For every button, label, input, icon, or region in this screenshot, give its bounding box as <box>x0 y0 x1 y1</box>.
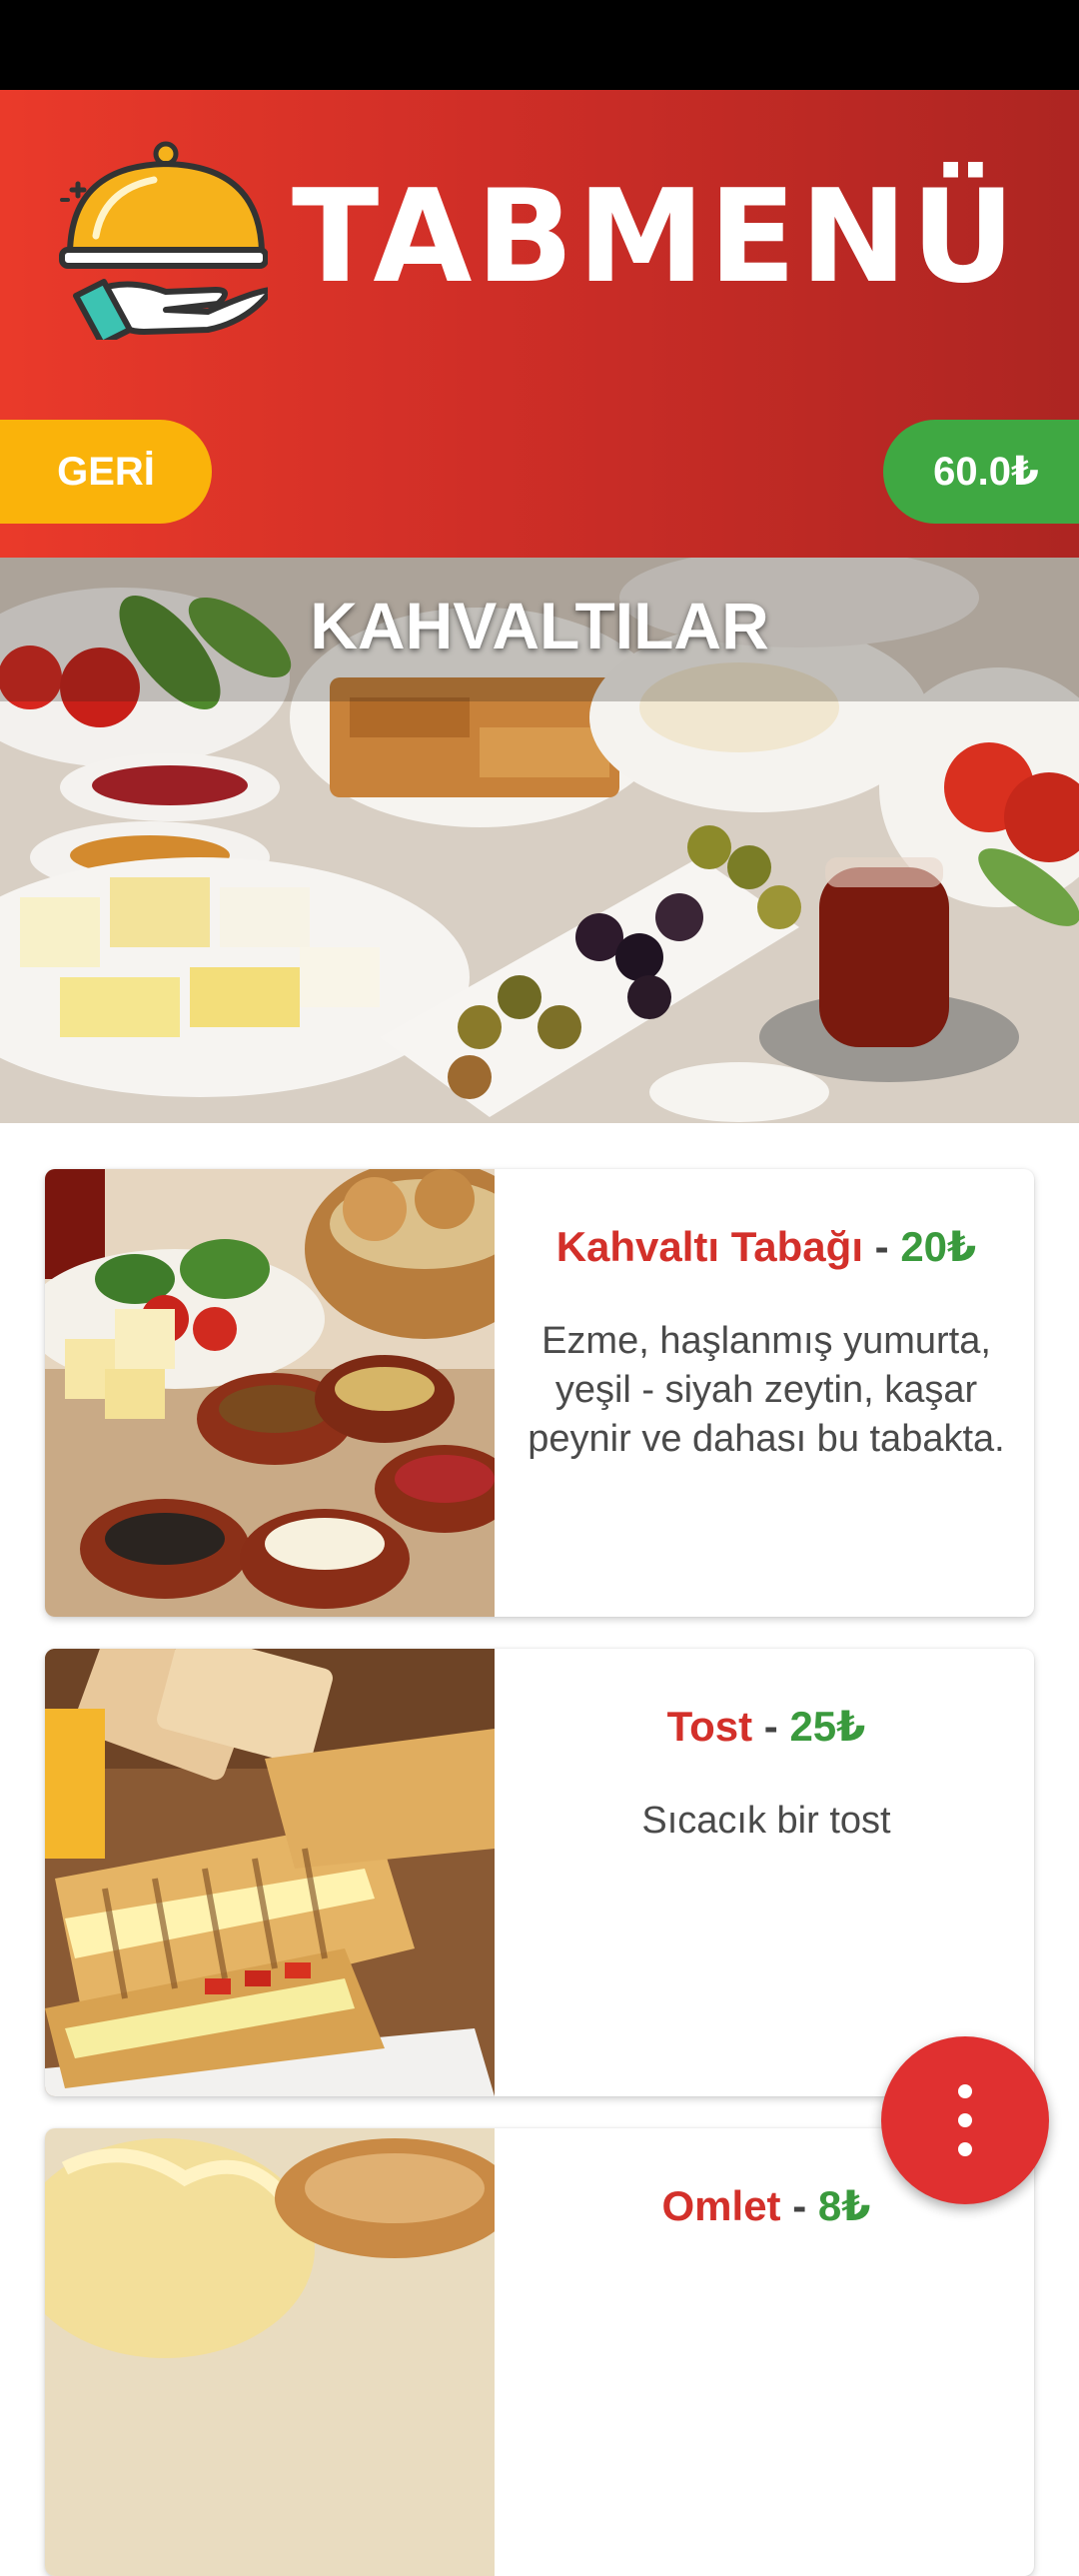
product-title: Kahvaltı Tabağı - 20₺ <box>517 1217 1016 1277</box>
product-info: Tost - 25₺ Sıcacık bir tost <box>517 1649 1016 2096</box>
product-name: Kahvaltı Tabağı <box>555 1223 863 1270</box>
product-image <box>45 1169 495 1617</box>
product-title: Tost - 25₺ <box>517 1697 1016 1757</box>
product-info: Kahvaltı Tabağı - 20₺ Ezme, haşlanmış yu… <box>517 1169 1016 1617</box>
product-name: Tost <box>666 1703 753 1750</box>
back-button[interactable]: GERİ <box>0 420 212 524</box>
app-header: TABMENÜ GERİ 60.0₺ <box>0 90 1079 558</box>
product-description: Ezme, haşlanmış yumurta, yeşil - siyah z… <box>528 1320 1005 1460</box>
menu-fab-button[interactable] <box>881 2036 1049 2204</box>
status-bar <box>0 0 1079 90</box>
title-separator: - <box>752 1703 790 1750</box>
category-banner: KAHVALTILAR <box>0 558 1079 1123</box>
product-price: 25₺ <box>789 1703 866 1750</box>
product-description: Sıcacık bir tost <box>641 1800 891 1842</box>
title-separator: - <box>863 1223 901 1270</box>
product-card[interactable]: Tost - 25₺ Sıcacık bir tost <box>45 1649 1034 2096</box>
product-card[interactable]: Kahvaltı Tabağı - 20₺ Ezme, haşlanmış yu… <box>45 1169 1034 1617</box>
serving-cloche-hand-icon <box>59 141 268 340</box>
product-image <box>45 2128 495 2576</box>
brand-wordmark: TABMENÜ <box>292 163 1019 312</box>
product-image <box>45 1649 495 2096</box>
product-price: 8₺ <box>817 2182 871 2229</box>
category-title: KAHVALTILAR <box>310 589 769 662</box>
cart-total-badge[interactable]: 60.0₺ <box>883 420 1079 524</box>
product-price: 20₺ <box>900 1223 977 1270</box>
product-name: Omlet <box>661 2182 781 2229</box>
product-card[interactable]: Omlet - 8₺ <box>45 2128 1034 2576</box>
title-separator: - <box>780 2182 818 2229</box>
